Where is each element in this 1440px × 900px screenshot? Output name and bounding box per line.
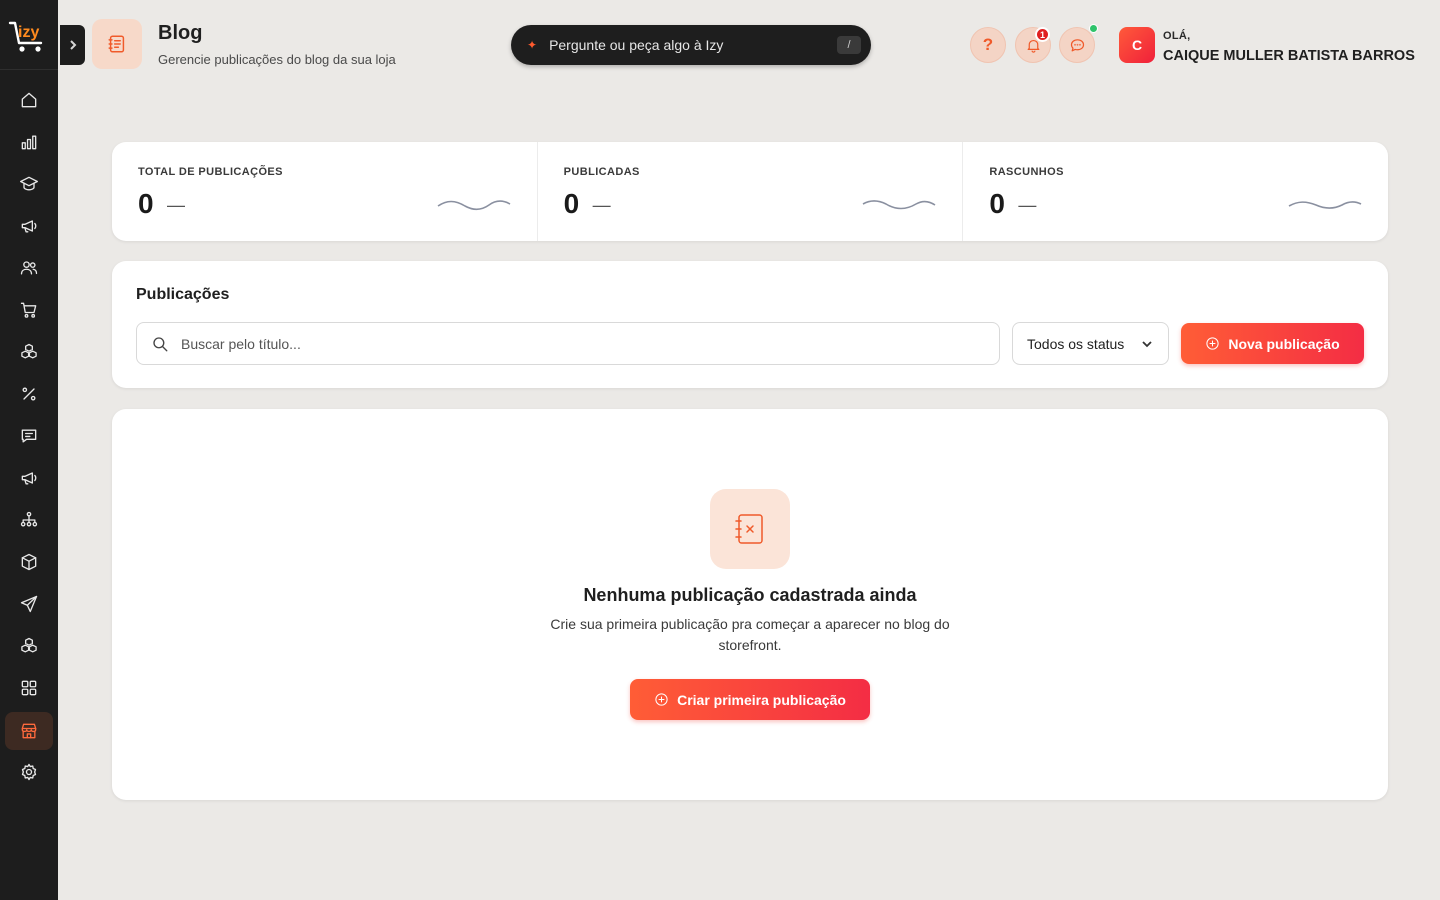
sidebar-item-shipping[interactable] bbox=[5, 585, 53, 623]
status-filter-value: Todos os status bbox=[1027, 335, 1125, 352]
plus-circle-icon bbox=[655, 693, 668, 706]
sidebar-item-settings[interactable] bbox=[5, 753, 53, 791]
empty-notebook-icon bbox=[710, 489, 790, 569]
publications-card: Publicações Todos os status Nova publica… bbox=[112, 261, 1388, 388]
stat-published: PUBLICADAS 0 — bbox=[538, 142, 964, 241]
settings-icon bbox=[21, 763, 37, 781]
sparkline-icon bbox=[1288, 196, 1362, 214]
sidebar-item-home[interactable] bbox=[5, 81, 53, 119]
stats-card: TOTAL DE PUBLICAÇÕES 0 — PUBLICADAS 0 — … bbox=[112, 142, 1388, 241]
sparkline-icon bbox=[437, 196, 511, 214]
boxes-2-icon bbox=[21, 637, 37, 653]
svg-text:izy: izy bbox=[18, 24, 39, 41]
sidebar-item-discounts[interactable] bbox=[5, 375, 53, 413]
stat-trend: — bbox=[592, 195, 611, 215]
chevron-right-icon bbox=[69, 40, 76, 50]
package-icon bbox=[21, 553, 37, 571]
blog-page-icon bbox=[92, 19, 142, 69]
chevron-down-icon bbox=[1142, 340, 1152, 347]
send-icon bbox=[20, 595, 38, 613]
search-input[interactable] bbox=[181, 335, 981, 352]
notification-badge: 1 bbox=[1035, 27, 1050, 42]
help-icon: ? bbox=[982, 35, 994, 54]
sparkle-icon: ✦ bbox=[527, 38, 538, 52]
stat-trend: — bbox=[1018, 195, 1037, 215]
sidebar-item-catalog[interactable] bbox=[5, 627, 53, 665]
sidebar-item-academy[interactable] bbox=[5, 165, 53, 203]
sidebar-item-marketing[interactable] bbox=[5, 207, 53, 245]
user-name[interactable]: CAIQUE MULLER BATISTA BARROS bbox=[1163, 48, 1415, 64]
status-filter-select[interactable]: Todos os status bbox=[1012, 322, 1169, 365]
online-status-dot bbox=[1089, 24, 1098, 33]
create-first-publication-button[interactable]: Criar primeira publicação bbox=[630, 679, 870, 720]
sidebar: izy bbox=[0, 0, 58, 900]
stat-value: 0 bbox=[138, 188, 154, 219]
new-publication-button[interactable]: Nova publicação bbox=[1181, 323, 1364, 364]
notebook-icon bbox=[108, 35, 125, 53]
help-button[interactable]: ? bbox=[970, 27, 1006, 63]
page-subtitle: Gerencie publicações do blog da sua loja bbox=[158, 52, 396, 67]
home-icon bbox=[21, 92, 37, 108]
sparkline-icon bbox=[862, 196, 936, 214]
stat-drafts: RASCUNHOS 0 — bbox=[963, 142, 1388, 241]
cart-icon bbox=[20, 302, 37, 318]
sidebar-expand-button[interactable] bbox=[60, 25, 85, 65]
plus-circle-icon bbox=[1206, 337, 1219, 350]
izy-logo[interactable]: izy bbox=[0, 0, 58, 70]
megaphone-2-icon bbox=[21, 472, 37, 485]
percent-icon bbox=[22, 387, 36, 401]
greeting: OLÁ, bbox=[1163, 30, 1191, 42]
cart-logo-icon: izy bbox=[8, 21, 43, 52]
page-title: Blog bbox=[158, 22, 203, 44]
ai-assistant-placeholder: Pergunte ou peça algo à Izy bbox=[549, 37, 724, 53]
org-chart-icon bbox=[20, 511, 38, 527]
megaphone-icon bbox=[21, 220, 37, 233]
stat-total-publications: TOTAL DE PUBLICAÇÕES 0 — bbox=[112, 142, 538, 241]
sidebar-item-inventory[interactable] bbox=[5, 543, 53, 581]
new-publication-label: Nova publicação bbox=[1228, 335, 1340, 352]
search-icon bbox=[153, 336, 168, 351]
avatar[interactable]: C bbox=[1119, 27, 1155, 63]
stat-value: 0 bbox=[563, 188, 580, 219]
create-first-publication-label: Criar primeira publicação bbox=[677, 691, 846, 708]
sidebar-item-campaigns[interactable] bbox=[5, 459, 53, 497]
stat-trend: — bbox=[167, 195, 185, 215]
chat-button[interactable] bbox=[1059, 27, 1095, 63]
stat-label: RASCUNHOS bbox=[989, 166, 1064, 178]
graduation-cap-icon bbox=[20, 176, 38, 191]
sidebar-item-products[interactable] bbox=[5, 333, 53, 371]
store-icon bbox=[21, 723, 37, 739]
users-icon bbox=[20, 261, 38, 275]
empty-state-card: Nenhuma publicação cadastrada ainda Crie… bbox=[112, 409, 1388, 800]
sidebar-item-structure[interactable] bbox=[5, 501, 53, 539]
stat-value: 0 bbox=[989, 188, 1005, 219]
sidebar-item-customers[interactable] bbox=[5, 249, 53, 287]
stat-label: TOTAL DE PUBLICAÇÕES bbox=[138, 166, 283, 178]
chat-bubble-icon bbox=[1070, 38, 1084, 51]
bar-chart-icon bbox=[21, 135, 37, 150]
sidebar-item-messages[interactable] bbox=[5, 417, 53, 455]
grid-icon bbox=[21, 680, 37, 696]
publications-title: Publicações bbox=[136, 286, 230, 303]
sidebar-item-analytics[interactable] bbox=[5, 123, 53, 161]
sidebar-item-orders[interactable] bbox=[5, 291, 53, 329]
sidebar-item-storefront[interactable] bbox=[5, 712, 53, 750]
ai-assistant-input[interactable]: ✦ Pergunte ou peça algo à Izy / bbox=[511, 25, 871, 65]
message-icon bbox=[21, 429, 37, 443]
stat-label: PUBLICADAS bbox=[563, 166, 640, 178]
boxes-icon bbox=[21, 343, 37, 359]
empty-state-title: Nenhuma publicação cadastrada ainda bbox=[583, 585, 917, 605]
empty-state-description: Crie sua primeira publicação pra começar… bbox=[550, 616, 950, 653]
search-box[interactable] bbox=[136, 322, 1000, 365]
notebook-x-icon bbox=[735, 514, 763, 544]
sidebar-item-apps[interactable] bbox=[5, 669, 53, 707]
shortcut-key: / bbox=[837, 36, 861, 54]
